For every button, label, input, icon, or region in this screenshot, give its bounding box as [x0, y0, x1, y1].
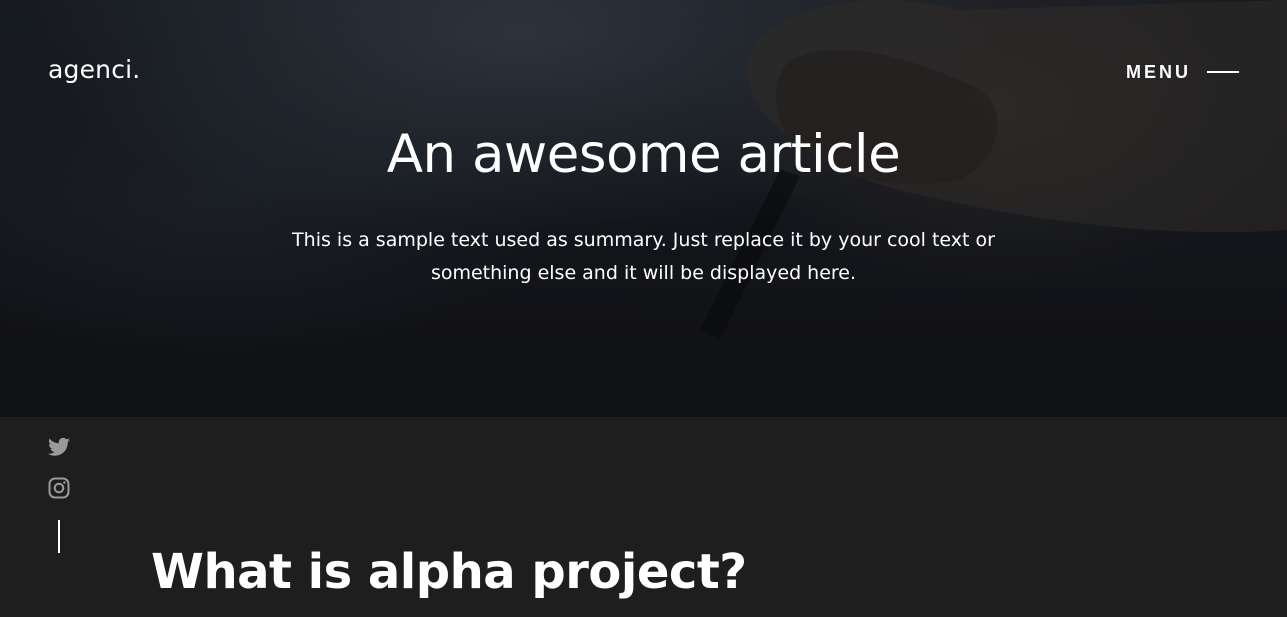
- social-divider-line: [58, 520, 60, 553]
- menu-button[interactable]: MENU: [1126, 60, 1239, 84]
- hamburger-line-icon: [1207, 71, 1239, 73]
- site-logo[interactable]: agenci.: [48, 55, 140, 84]
- social-share-bar: [48, 437, 72, 517]
- hero-summary: This is a sample text used as summary. J…: [292, 229, 995, 284]
- hero-banner: agenci. MENU An awesome article This is …: [0, 0, 1287, 417]
- article-content: What is alpha project?: [0, 417, 1287, 617]
- instagram-icon: [48, 477, 70, 499]
- hero-background-image: [0, 0, 1287, 417]
- menu-label: MENU: [1126, 61, 1191, 82]
- article-heading: What is alpha project?: [151, 544, 747, 600]
- instagram-link[interactable]: [48, 477, 70, 499]
- twitter-icon: [48, 437, 70, 456]
- twitter-link[interactable]: [48, 437, 70, 459]
- hero-title: An awesome article: [386, 124, 901, 185]
